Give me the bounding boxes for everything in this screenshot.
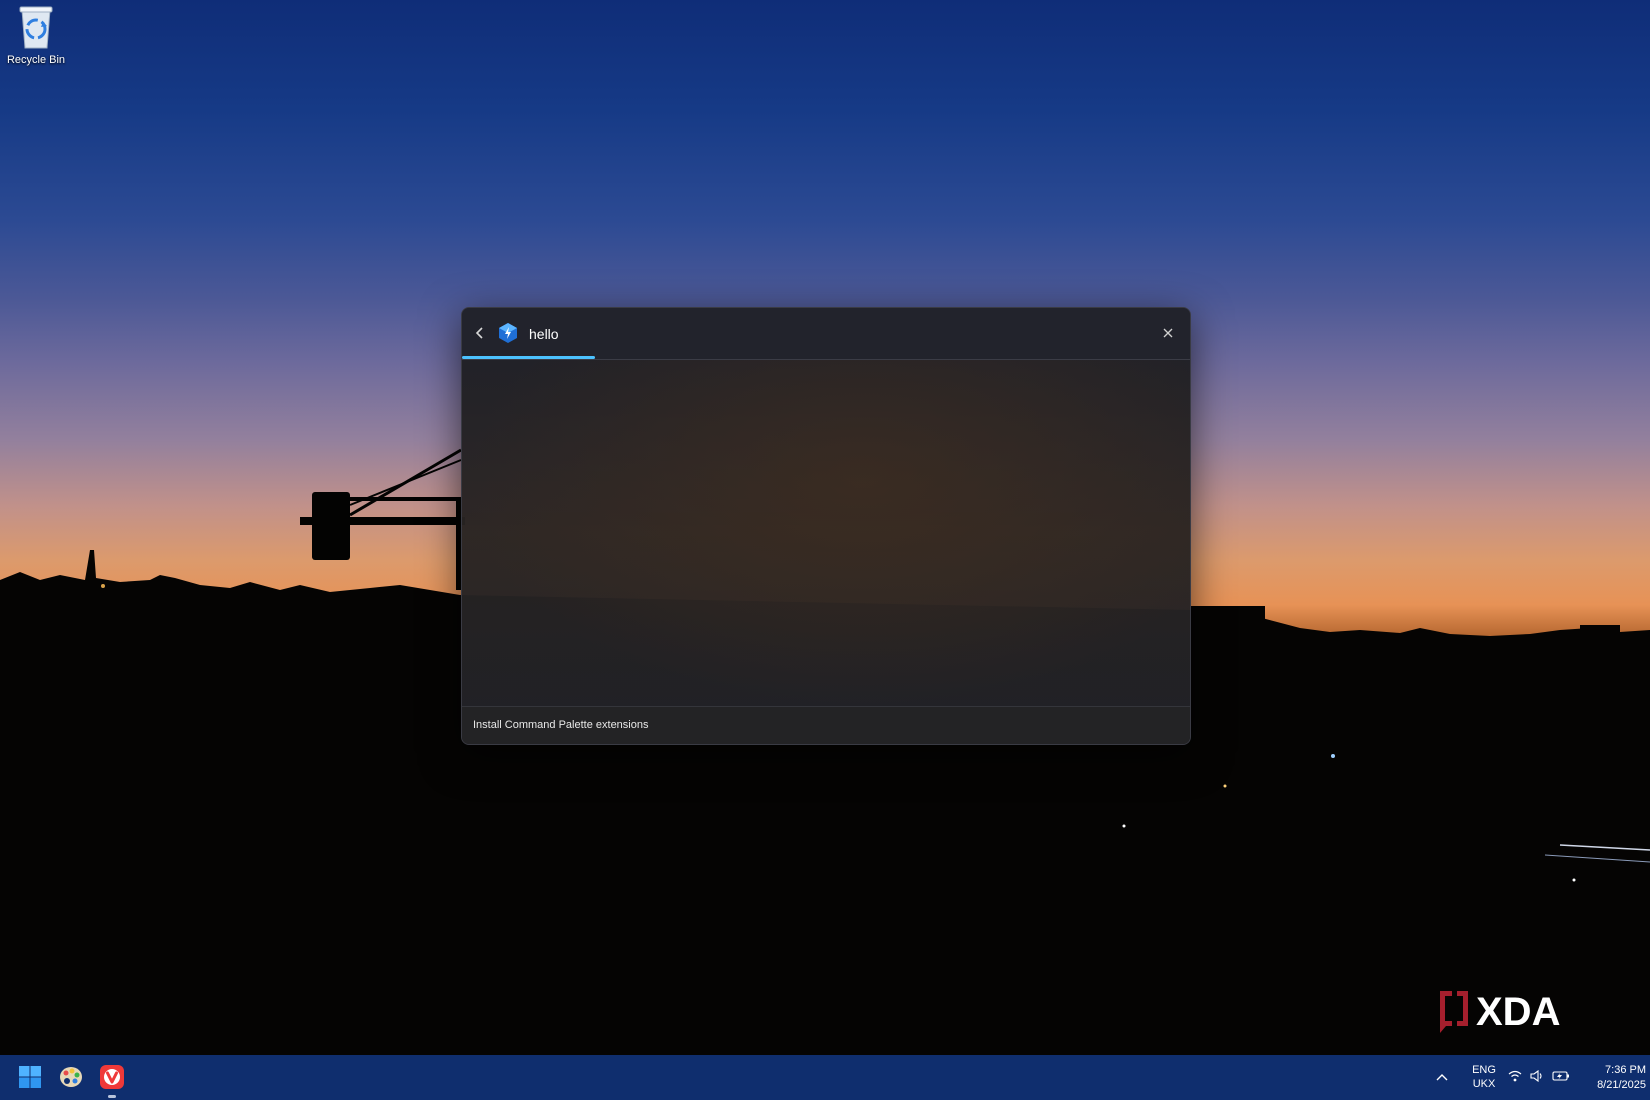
show-hidden-icons-button[interactable]: [1436, 1068, 1448, 1084]
windows-logo-icon[interactable]: [17, 1064, 43, 1090]
clock[interactable]: 7:36 PM 8/21/2025: [1574, 1063, 1646, 1093]
back-button[interactable]: [470, 323, 490, 343]
battery-icon: [1552, 1071, 1569, 1081]
command-palette-icon: [499, 323, 517, 343]
palette-icon[interactable]: [58, 1064, 84, 1090]
recycle-bin-icon: [19, 6, 53, 49]
volume-icon: [1530, 1070, 1542, 1082]
keyboard-layout: UKX: [1472, 1078, 1496, 1090]
command-palette-window: Install Command Palette extensions: [461, 307, 1191, 745]
running-app-indicator: [108, 1095, 116, 1098]
wifi-icon: [1508, 1070, 1522, 1082]
close-icon: [1163, 328, 1173, 338]
vivaldi-icon[interactable]: [99, 1064, 125, 1090]
clock-time: 7:36 PM: [1605, 1064, 1646, 1076]
palette-footer: Install Command Palette extensions: [462, 706, 1190, 744]
close-button[interactable]: [1158, 323, 1178, 343]
results-list: [462, 360, 1190, 706]
xda-watermark-logo: XDA: [1440, 990, 1560, 1034]
watermark-text: XDA: [1476, 990, 1560, 1034]
loading-progress-bar: [462, 356, 595, 359]
chevron-up-icon: [1436, 1074, 1448, 1081]
language-indicator[interactable]: ENG UKX: [1466, 1063, 1502, 1091]
language-code: ENG: [1472, 1064, 1496, 1076]
taskbar: ENG UKX 7:36 PM 8/21/2025: [0, 1055, 1650, 1100]
desktop-icon-label: Recycle Bin: [6, 54, 66, 66]
chevron-left-icon: [475, 327, 483, 339]
install-extensions-link[interactable]: Install Command Palette extensions: [473, 719, 648, 731]
clock-date: 8/21/2025: [1597, 1079, 1646, 1091]
desktop: Recycle Bin hello Install Command Palett…: [0, 0, 1650, 1100]
palette-header: [462, 308, 1190, 360]
search-input[interactable]: [527, 320, 1091, 348]
desktop-icon-recycle-bin[interactable]: Recycle Bin: [4, 4, 68, 66]
system-tray-icons[interactable]: [1508, 1070, 1570, 1082]
